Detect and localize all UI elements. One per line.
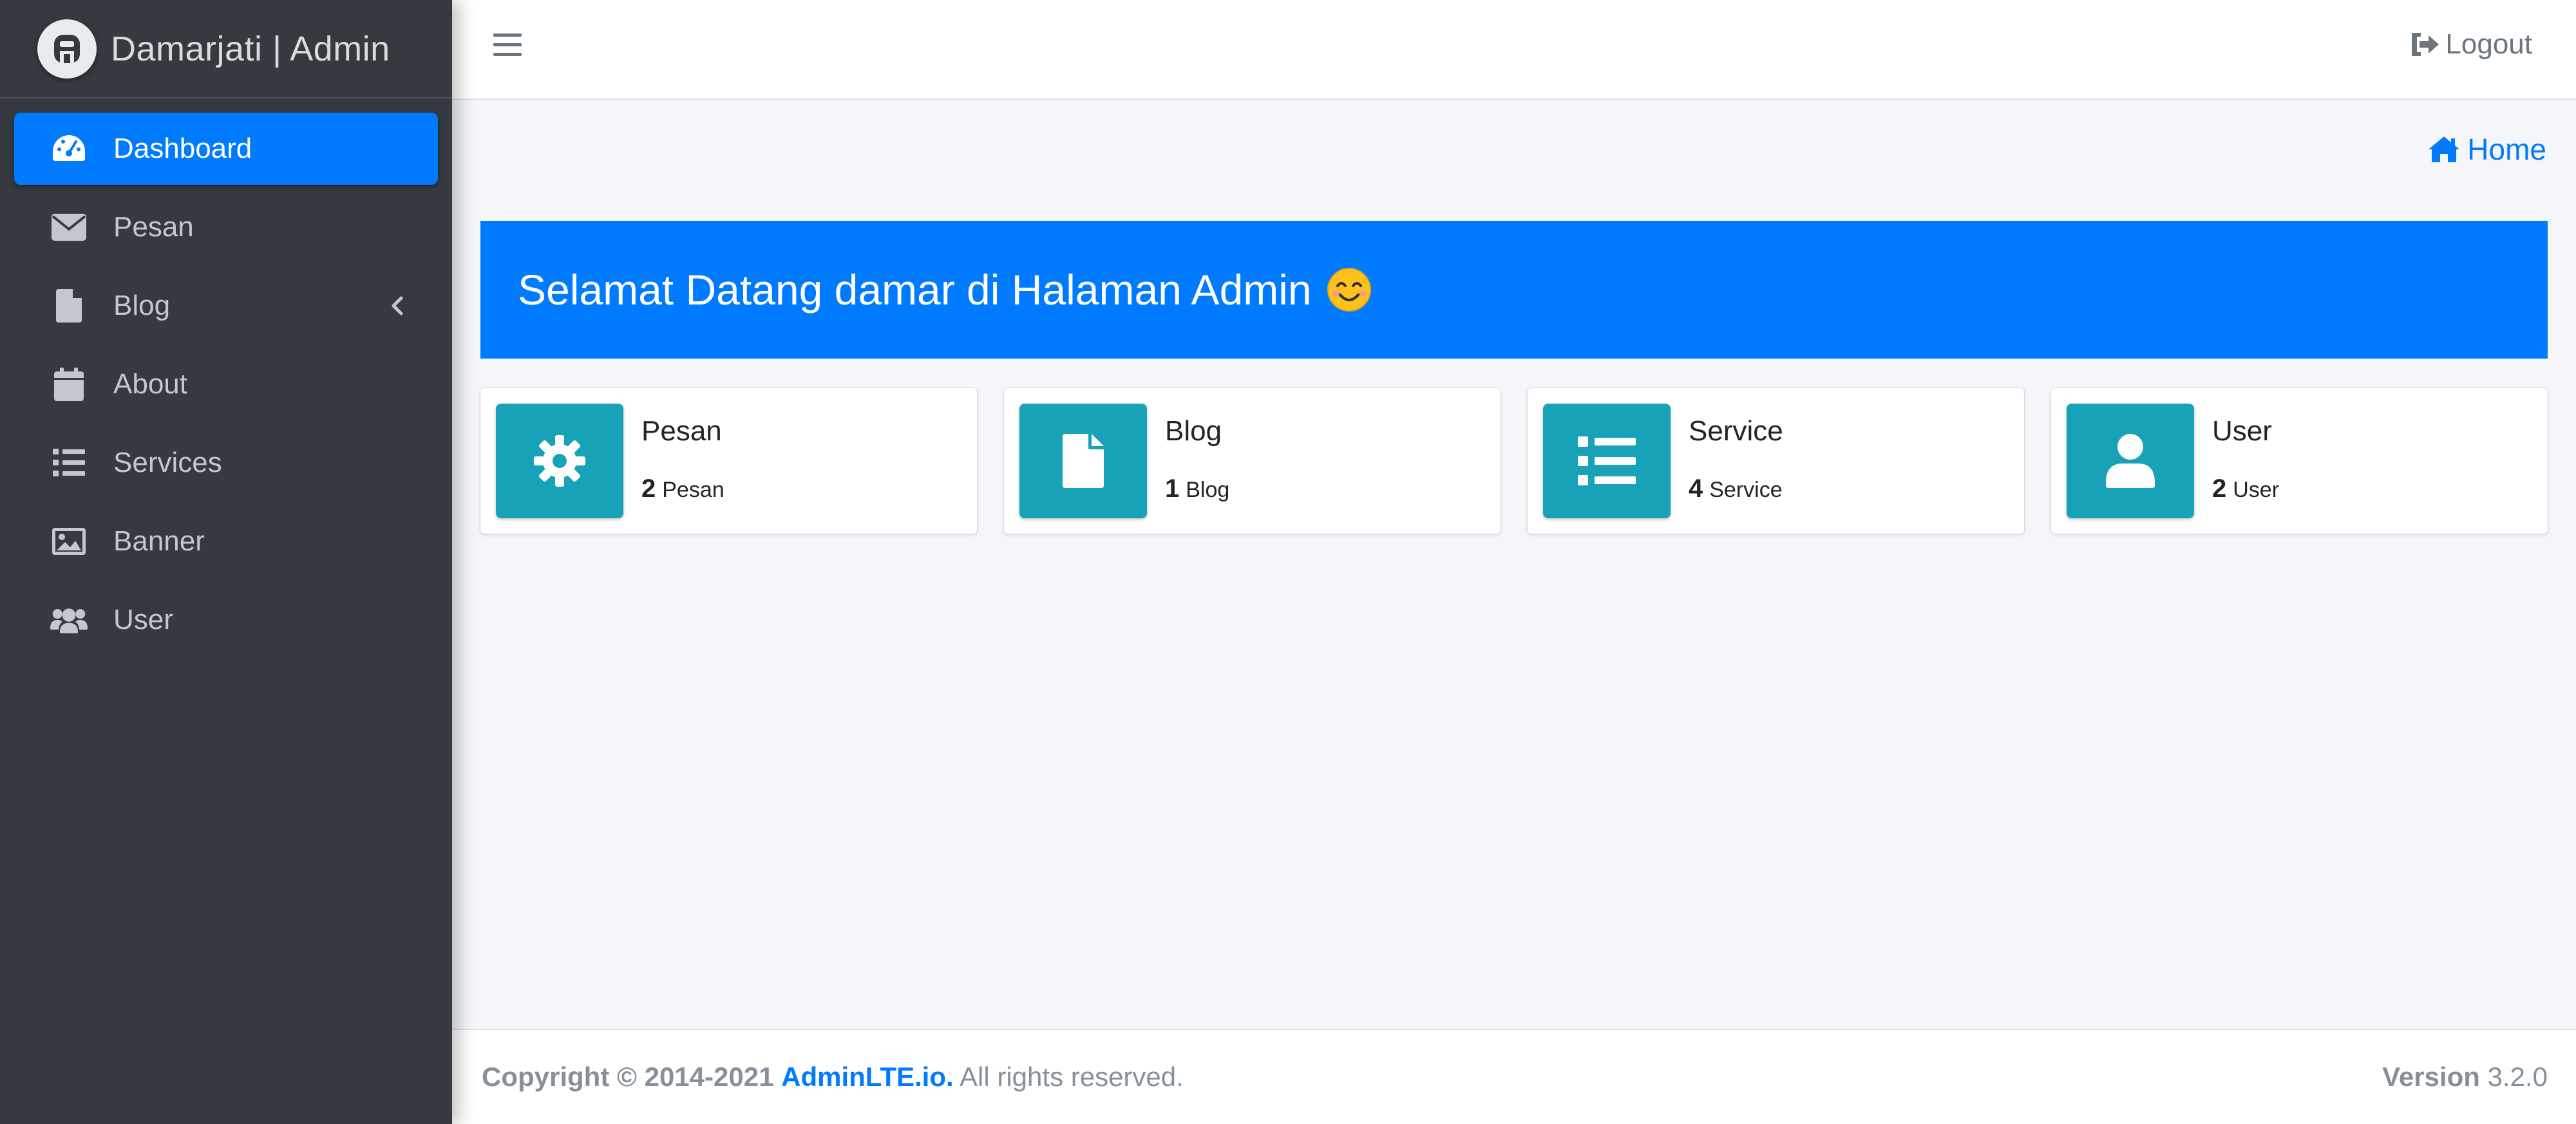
info-box-count: 2	[641, 474, 656, 503]
info-box-unit: Pesan	[662, 478, 724, 502]
sidebar-item-label: About	[113, 368, 187, 400]
brand-text: Damarjati | Admin	[111, 29, 390, 68]
info-box-blog[interactable]: Blog 1 Blog	[1004, 388, 1501, 534]
sidebar-item-about[interactable]: About	[14, 348, 438, 420]
info-box-count: 1	[1165, 474, 1180, 503]
info-box-row: Pesan 2 Pesan Blog 1 Blog Service 4 Serv…	[480, 388, 2548, 534]
info-box-content: Service 4 Service	[1689, 404, 2024, 518]
info-box-title: Pesan	[641, 415, 722, 447]
info-box-service[interactable]: Service 4 Service	[1528, 388, 2024, 534]
sidebar-item-label: Blog	[113, 290, 171, 321]
breadcrumb-home-link[interactable]: Home	[2427, 132, 2546, 167]
sidebar-item-banner[interactable]: Banner	[14, 505, 438, 577]
version-value: 3.2.0	[2487, 1062, 2548, 1092]
sign-out-icon	[2410, 30, 2440, 59]
calendar-icon	[50, 366, 88, 403]
chevron-left-icon	[388, 293, 407, 319]
info-box-unit: User	[2233, 478, 2280, 502]
breadcrumb-label: Home	[2467, 133, 2546, 166]
sidebar-item-label: Dashboard	[113, 133, 252, 164]
info-box-count: 4	[1689, 474, 1703, 503]
sidebar-nav: Dashboard Pesan Blog About Services Bann…	[0, 98, 452, 656]
info-box-number: 4 Service	[1689, 474, 1783, 503]
top-navbar: Logout	[452, 0, 2576, 100]
smiling-face-icon	[1326, 267, 1372, 313]
info-box-pesan[interactable]: Pesan 2 Pesan	[480, 388, 977, 534]
list-icon	[50, 444, 88, 482]
welcome-banner: Selamat Datang damar di Halaman Admin	[480, 221, 2548, 359]
user-icon	[2067, 404, 2194, 518]
home-icon	[2427, 134, 2461, 165]
sidebar-item-dashboard[interactable]: Dashboard	[14, 113, 438, 185]
info-box-user[interactable]: User 2 User	[2051, 388, 2548, 534]
info-box-content: User 2 User	[2212, 404, 2548, 518]
main-footer: Copyright © 2014-2021 AdminLTE.io. All r…	[452, 1029, 2576, 1124]
info-box-number: 2 Pesan	[641, 474, 724, 503]
rights-text: All rights reserved.	[960, 1062, 1184, 1092]
sidebar-item-label: Banner	[113, 525, 205, 557]
sidebar-item-services[interactable]: Services	[14, 427, 438, 499]
info-box-content: Pesan 2 Pesan	[641, 404, 977, 518]
info-box-title: Blog	[1165, 415, 1222, 447]
footer-version: Version 3.2.0	[2382, 1062, 2548, 1092]
sidebar-item-label: User	[113, 604, 173, 635]
info-box-content: Blog 1 Blog	[1165, 404, 1501, 518]
app: Damarjati | Admin Dashboard Pesan Blog A…	[0, 0, 2576, 1124]
sidebar-item-label: Services	[113, 447, 222, 478]
image-icon	[50, 523, 88, 560]
welcome-text: Selamat Datang damar di Halaman Admin	[518, 266, 1312, 314]
sidebar: Damarjati | Admin Dashboard Pesan Blog A…	[0, 0, 452, 1124]
users-icon	[50, 601, 88, 639]
sidebar-item-blog[interactable]: Blog	[14, 270, 438, 342]
copyright-text: Copyright © 2014-2021	[482, 1062, 774, 1092]
logout-label: Logout	[2445, 28, 2532, 60]
footer-copyright: Copyright © 2014-2021 AdminLTE.io. All r…	[482, 1062, 1184, 1092]
info-box-unit: Service	[1709, 478, 1783, 502]
tachometer-icon	[50, 130, 88, 167]
info-box-unit: Blog	[1186, 478, 1230, 502]
sidebar-item-pesan[interactable]: Pesan	[14, 191, 438, 263]
file-icon	[1019, 404, 1147, 518]
envelope-icon	[50, 209, 88, 246]
brand-link[interactable]: Damarjati | Admin	[0, 0, 452, 98]
info-box-count: 2	[2212, 474, 2227, 503]
brand-logo-icon	[37, 19, 97, 79]
gear-icon	[496, 404, 623, 518]
menu-toggle-icon[interactable]	[493, 32, 524, 61]
sidebar-item-label: Pesan	[113, 211, 194, 243]
adminlte-link[interactable]: AdminLTE.io.	[781, 1062, 954, 1092]
list-icon	[1543, 404, 1671, 518]
version-label: Version	[2382, 1062, 2480, 1092]
content-wrapper: Home Selamat Datang damar di Halaman Adm…	[452, 100, 2576, 1029]
info-box-title: User	[2212, 415, 2272, 447]
logout-button[interactable]: Logout	[2410, 28, 2532, 61]
info-box-number: 2 User	[2212, 474, 2279, 503]
info-box-number: 1 Blog	[1165, 474, 1229, 503]
info-box-title: Service	[1689, 415, 1783, 447]
sidebar-item-user[interactable]: User	[14, 584, 438, 656]
file-icon	[50, 287, 88, 324]
